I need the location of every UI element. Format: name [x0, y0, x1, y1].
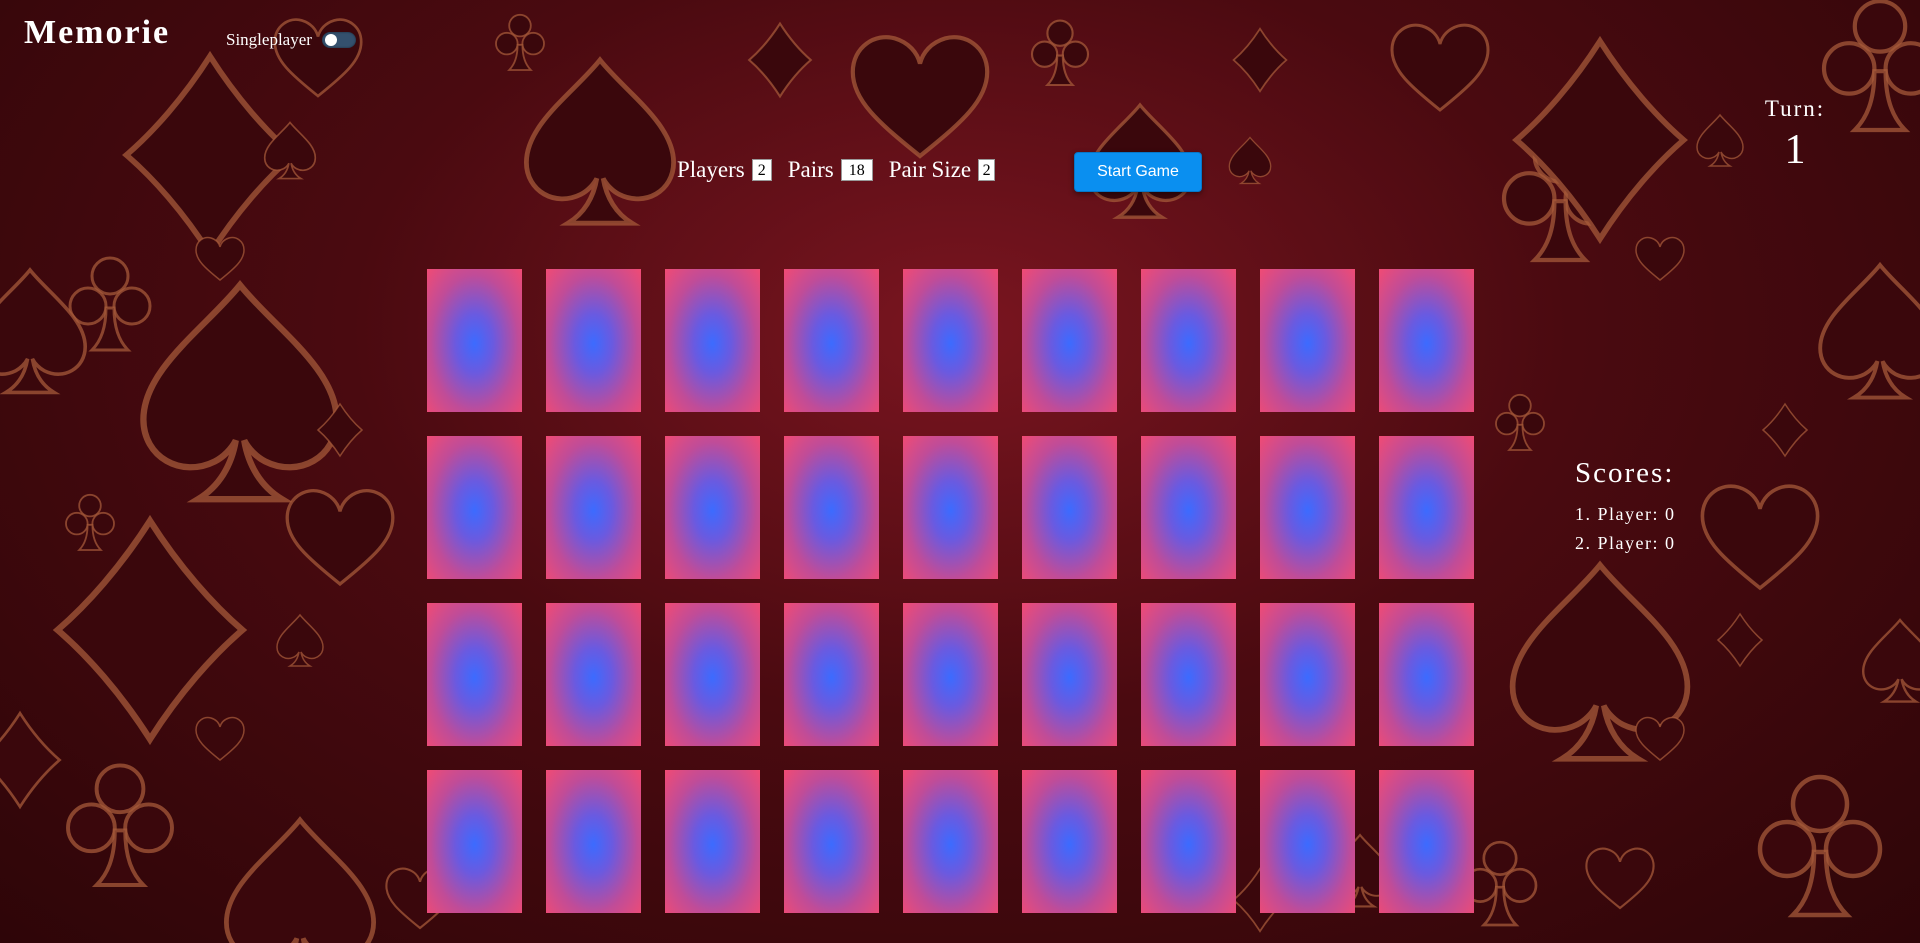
memory-card[interactable]: [903, 603, 998, 746]
turn-indicator: Turn: 1: [1740, 96, 1850, 174]
memory-card[interactable]: [1022, 269, 1117, 412]
setting-players: Players 2: [677, 157, 772, 183]
memory-card[interactable]: [1260, 436, 1355, 579]
memory-card[interactable]: [1022, 436, 1117, 579]
pairs-label: Pairs: [787, 157, 834, 182]
memory-card[interactable]: [546, 603, 641, 746]
memory-card[interactable]: [1379, 436, 1474, 579]
memory-card[interactable]: [784, 770, 879, 913]
pair-size-label: Pair Size: [888, 157, 972, 182]
memory-card[interactable]: [1379, 603, 1474, 746]
memory-card[interactable]: [903, 770, 998, 913]
memory-card[interactable]: [1260, 770, 1355, 913]
setting-pairs: Pairs 18: [788, 157, 873, 183]
memory-card[interactable]: [665, 770, 760, 913]
memory-card[interactable]: [546, 436, 641, 579]
memory-card[interactable]: [784, 269, 879, 412]
memory-card[interactable]: [546, 770, 641, 913]
memory-card[interactable]: [665, 603, 760, 746]
scores-title: Scores:: [1575, 457, 1675, 489]
score-entry: 2. Player: 0: [1575, 533, 1676, 553]
turn-value: 1: [1784, 127, 1806, 173]
score-entry: 1. Player: 0: [1575, 504, 1676, 524]
singleplayer-label: Singleplayer: [226, 30, 312, 49]
memory-card[interactable]: [903, 436, 998, 579]
memory-card[interactable]: [427, 269, 522, 412]
start-game-button[interactable]: Start Game: [1074, 152, 1202, 192]
memory-card[interactable]: [546, 269, 641, 412]
memory-card[interactable]: [1260, 603, 1355, 746]
memory-card[interactable]: [665, 436, 760, 579]
memory-card[interactable]: [1022, 770, 1117, 913]
turn-label: Turn:: [1764, 96, 1826, 121]
memory-card[interactable]: [1260, 269, 1355, 412]
memory-card[interactable]: [427, 770, 522, 913]
memory-card[interactable]: [427, 603, 522, 746]
players-label: Players: [677, 157, 745, 182]
setting-pair-size: Pair Size 2: [888, 157, 996, 183]
scores-list: 1. Player: 0 2. Player: 0: [1575, 504, 1676, 554]
memory-card[interactable]: [1022, 603, 1117, 746]
pair-size-input[interactable]: 2: [978, 159, 996, 181]
memory-card[interactable]: [1141, 436, 1236, 579]
memory-card[interactable]: [1141, 269, 1236, 412]
singleplayer-toggle[interactable]: [321, 32, 356, 48]
memory-card[interactable]: [1141, 770, 1236, 913]
memory-card[interactable]: [427, 436, 522, 579]
players-input[interactable]: 2: [751, 159, 772, 181]
memory-card[interactable]: [784, 436, 879, 579]
memory-card[interactable]: [903, 269, 998, 412]
memory-card[interactable]: [1379, 770, 1474, 913]
memory-card[interactable]: [784, 603, 879, 746]
card-board: [427, 269, 1474, 913]
memory-card[interactable]: [1379, 269, 1474, 412]
app-title: Memorie: [24, 14, 171, 51]
toggle-knob: [324, 34, 337, 46]
scoreboard: Scores: 1. Player: 0 2. Player: 0: [1575, 457, 1676, 562]
memory-card[interactable]: [665, 269, 760, 412]
memory-card[interactable]: [1141, 603, 1236, 746]
game-settings: Players 2 Pairs 18 Pair Size 2: [677, 157, 1011, 183]
pairs-input[interactable]: 18: [840, 159, 873, 181]
mode-switch: Singleplayer: [226, 30, 356, 50]
